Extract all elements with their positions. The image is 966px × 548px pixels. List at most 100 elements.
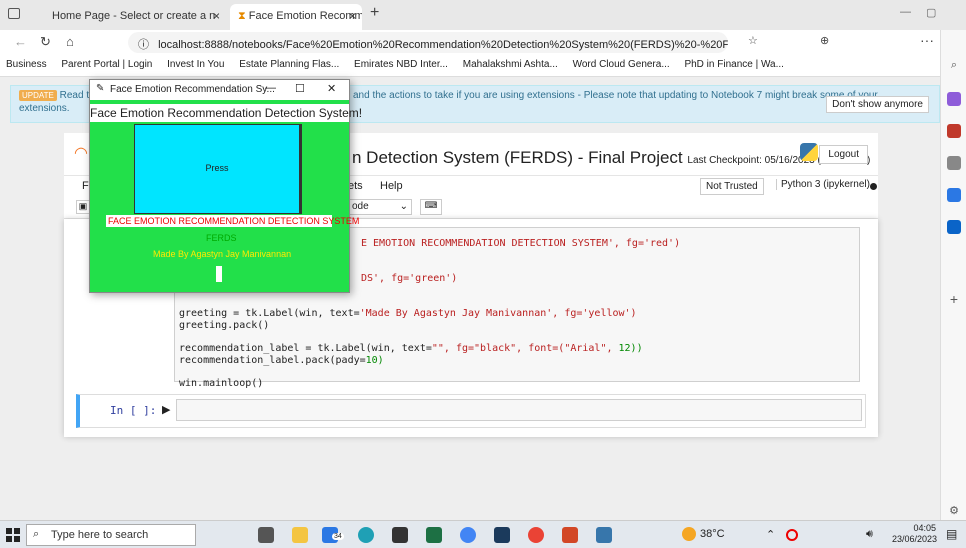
mail-badge: 34	[332, 533, 344, 540]
update-badge: UPDATE	[19, 90, 57, 101]
excel-icon[interactable]	[426, 527, 442, 543]
extensions-icon[interactable]: ⊕	[820, 34, 829, 47]
tk-press-button[interactable]: Press	[134, 124, 302, 214]
feather-icon: ✎	[96, 83, 105, 94]
bookmark-invest[interactable]: Invest In You	[161, 55, 230, 70]
code-line-3: greeting = tk.Label(win, text='Made By A…	[179, 308, 637, 319]
url-field[interactable]: ⓘ localhost:8888/notebooks/Face%20Emotio…	[128, 32, 728, 53]
taskview-icon[interactable]	[258, 527, 274, 543]
add-icon[interactable]: +	[947, 292, 961, 306]
chevron-down-icon: ⌄	[399, 201, 408, 212]
menu-help[interactable]: Help	[380, 180, 403, 192]
volume-icon[interactable]: 🔊︎	[866, 528, 873, 541]
tab-active-label: Face Emotion Recommendation	[248, 10, 362, 22]
tab-actions-icon[interactable]	[8, 8, 20, 19]
tk-header-label: Face Emotion Recommendation Detection Sy…	[90, 104, 363, 122]
edge-icon[interactable]	[358, 527, 374, 543]
refresh-icon[interactable]: ↻	[40, 34, 51, 50]
taskbar-search-input[interactable]: ⌕ Type here to search	[26, 524, 196, 546]
settings-icon[interactable]: ⚙	[947, 504, 961, 518]
maximize-icon[interactable]: ☐	[295, 82, 305, 95]
tk-system-label: FACE EMOTION RECOMMENDATION DETECTION SY…	[106, 215, 360, 227]
taskbar-clock[interactable]: 04:05 23/06/2023	[892, 523, 938, 545]
empty-code-cell[interactable]: In [ ]: ▶	[76, 394, 866, 428]
bookmark-wordcloud[interactable]: Word Cloud Genera...	[567, 55, 676, 70]
chevron-up-icon[interactable]: ⌃	[766, 528, 775, 541]
save-icon[interactable]: ▣	[76, 200, 90, 214]
outlook-icon[interactable]	[947, 220, 961, 234]
hourglass-icon: ⧗	[238, 10, 246, 22]
search-placeholder: Type here to search	[51, 529, 149, 541]
games-icon[interactable]	[947, 156, 961, 170]
tools-icon[interactable]	[947, 124, 961, 138]
bookmark-parent-portal[interactable]: Parent Portal | Login	[55, 55, 158, 70]
clock-time: 04:05	[913, 523, 936, 533]
tray-icon[interactable]	[786, 529, 798, 541]
bookmark-business[interactable]: Business	[0, 55, 53, 70]
notebook-title-text: n Detection System (FERDS) - Final Proje…	[352, 148, 683, 167]
clock-date: 23/06/2023	[892, 534, 938, 544]
tk-ferds-label: FERDS	[206, 233, 237, 243]
address-bar: ← ↻ ⌂ ⓘ localhost:8888/notebooks/Face%20…	[0, 30, 966, 55]
edge-sidebar: ⌕ + ⚙	[940, 30, 966, 520]
bookmark-mahalakshmi[interactable]: Mahalakshmi Ashta...	[457, 55, 564, 70]
mail-icon[interactable]: 34	[322, 527, 344, 543]
banner-text-end: and the actions to take if you are using…	[353, 90, 878, 101]
code-line-6: recommendation_label.pack(pady=10)	[179, 355, 384, 366]
logout-button[interactable]: Logout	[819, 145, 868, 164]
python-logo-icon	[800, 143, 818, 161]
tab-active[interactable]: ⧗ Face Emotion Recommendation ×	[230, 4, 362, 30]
minimize-icon[interactable]: —	[265, 82, 276, 94]
code-line-4: greeting.pack()	[179, 320, 270, 331]
dont-show-button[interactable]: Don't show anymore	[826, 96, 929, 113]
run-icon[interactable]: ▶	[162, 403, 170, 416]
file-explorer-icon[interactable]	[292, 527, 308, 543]
restore-icon[interactable]: ▢	[926, 6, 936, 19]
close-icon[interactable]: ✕	[327, 82, 336, 95]
keyboard-icon[interactable]: ⌨	[420, 199, 442, 215]
notebook-title[interactable]: n Detection System (FERDS) - Final Proje…	[352, 148, 870, 168]
close-icon[interactable]: ×	[213, 9, 220, 23]
tk-window[interactable]: ✎ Face Emotion Recommendation Sy... — ☐ …	[89, 79, 363, 293]
cell-input[interactable]	[176, 399, 862, 421]
tk-press-label: Press	[205, 163, 229, 173]
more-icon[interactable]: ···	[920, 32, 934, 48]
tk-title-bar[interactable]: ✎ Face Emotion Recommendation Sy... — ☐ …	[90, 80, 349, 100]
not-trusted-badge[interactable]: Not Trusted	[700, 178, 764, 195]
close-icon[interactable]: ×	[349, 9, 356, 23]
back-icon[interactable]: ←	[14, 34, 27, 49]
favorites-icon[interactable]: ☆	[748, 34, 758, 47]
kernel-idle-icon	[870, 183, 877, 190]
bookmark-phd[interactable]: PhD in Finance | Wa...	[678, 55, 790, 70]
tab-bar: Home Page - Select or create a n × ⧗ Fac…	[0, 0, 966, 30]
new-tab-button[interactable]: +	[370, 4, 379, 22]
chrome-icon[interactable]	[460, 527, 476, 543]
cell-type-select[interactable]: ode ⌄	[348, 199, 412, 215]
menu-widgets[interactable]: ets	[348, 180, 363, 192]
tab-home[interactable]: Home Page - Select or create a n ×	[44, 4, 226, 30]
weather-icon	[682, 527, 696, 541]
bookmark-emirates[interactable]: Emirates NBD Inter...	[348, 55, 454, 70]
powerpoint-icon[interactable]	[562, 527, 578, 543]
office-icon[interactable]	[947, 188, 961, 202]
code-line-7: win.mainloop()	[179, 378, 264, 389]
python-icon[interactable]	[596, 527, 612, 543]
tk-recommendation-label	[216, 266, 222, 282]
tk-window-title: Face Emotion Recommendation Sy...	[110, 84, 275, 95]
search-icon[interactable]: ⌕	[947, 58, 961, 72]
terminal-icon[interactable]	[392, 527, 408, 543]
chrome-icon-2[interactable]	[528, 527, 544, 543]
notifications-icon[interactable]: ▤	[946, 527, 957, 541]
windows-start-icon[interactable]	[6, 528, 20, 542]
minimize-icon[interactable]: —	[900, 6, 911, 18]
temperature[interactable]: 38°C	[700, 528, 725, 540]
home-icon[interactable]: ⌂	[66, 34, 74, 49]
code-line-5: recommendation_label = tk.Label(win, tex…	[179, 343, 643, 354]
shopping-icon[interactable]	[947, 92, 961, 106]
bookmark-estate[interactable]: Estate Planning Flas...	[233, 55, 345, 70]
url-text: localhost:8888/notebooks/Face%20Emotion%…	[158, 39, 728, 51]
app-icon[interactable]	[494, 527, 510, 543]
kernel-indicator: Python 3 (ipykernel)	[776, 179, 870, 190]
search-icon: ⌕	[33, 528, 40, 540]
tk-author-label: Made By Agastyn Jay Manivannan	[153, 249, 292, 259]
